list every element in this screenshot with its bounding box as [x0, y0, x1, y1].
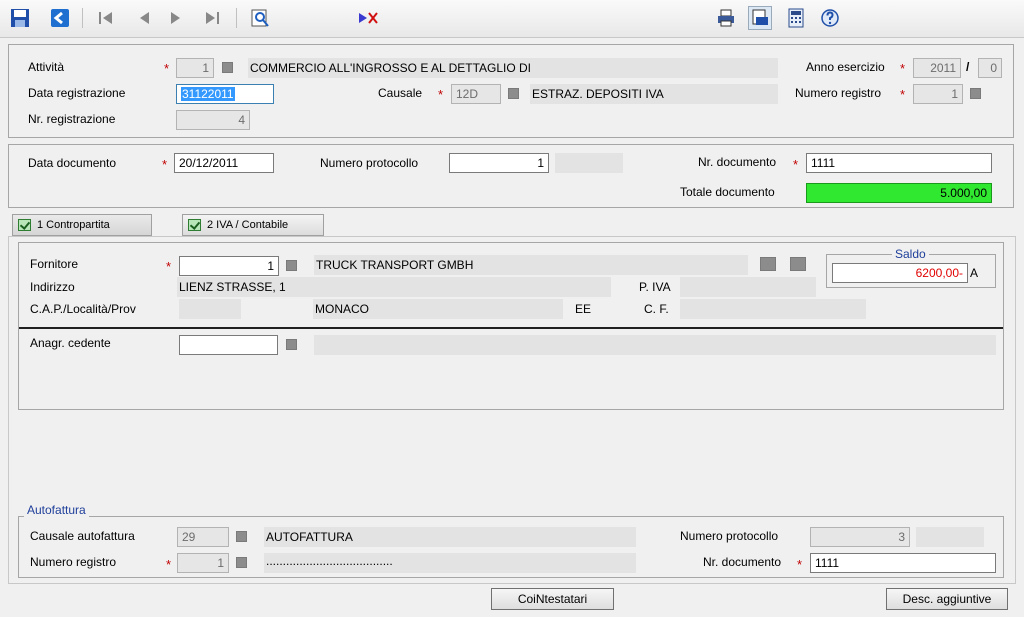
toolbar-separator — [82, 8, 83, 28]
required-marker: * — [162, 157, 168, 172]
fornitore-label: Fornitore — [30, 257, 79, 271]
cf-value — [680, 299, 866, 319]
section-divider — [19, 327, 1003, 329]
af-nr-documento-label: Nr. documento — [703, 555, 782, 569]
numero-protocollo-label: Numero protocollo — [320, 156, 419, 170]
anno-separator: / — [966, 60, 970, 74]
af-numero-protocollo-extra — [916, 527, 984, 547]
fornitore-edit-button[interactable] — [790, 257, 806, 271]
print-preview-icon[interactable] — [748, 6, 772, 30]
calculator-icon[interactable] — [784, 6, 808, 30]
numero-registro-field[interactable]: 1 — [913, 84, 963, 104]
anagr-cedente-lookup-button[interactable] — [286, 339, 297, 350]
piva-label: P. IVA — [639, 280, 671, 294]
required-marker: * — [793, 157, 799, 172]
tab-iva-contabile[interactable]: 2 IVA / Contabile — [182, 214, 324, 236]
required-marker: * — [797, 557, 803, 572]
nr-registrazione-field[interactable]: 4 — [176, 110, 250, 130]
af-numero-registro-description: ...................................... — [264, 553, 636, 573]
first-record-icon[interactable] — [94, 6, 118, 30]
required-marker: * — [164, 61, 170, 76]
required-marker: * — [166, 259, 172, 274]
citta-value: MONACO — [313, 299, 563, 319]
search-icon[interactable] — [248, 6, 272, 30]
previous-record-icon[interactable] — [132, 6, 156, 30]
desc-aggiuntive-button[interactable]: Desc. aggiuntive — [886, 588, 1008, 610]
help-icon[interactable] — [818, 6, 842, 30]
numero-protocollo-field[interactable]: 1 — [449, 153, 549, 173]
saldo-suffix: A — [970, 266, 979, 280]
tab-label: 1 Contropartita — [37, 219, 110, 231]
totale-documento-label: Totale documento — [680, 185, 775, 199]
data-documento-field[interactable]: 20/12/2011 — [174, 153, 274, 173]
checkbox-icon — [188, 219, 201, 231]
required-marker: * — [900, 87, 906, 102]
fornitore-name: TRUCK TRANSPORT GMBH — [314, 255, 748, 275]
required-marker: * — [166, 557, 172, 572]
data-registrazione-label: Data registrazione — [28, 86, 126, 100]
anno-esercizio-label: Anno esercizio — [806, 60, 885, 74]
indirizzo-label: Indirizzo — [30, 280, 75, 294]
next-record-icon[interactable] — [164, 6, 188, 30]
tab-contropartita[interactable]: 1 Contropartita — [12, 214, 152, 236]
required-marker: * — [900, 61, 906, 76]
anno-esercizio-field[interactable]: 2011 — [913, 58, 961, 78]
causale-lookup-button[interactable] — [508, 88, 519, 99]
af-numero-registro-field[interactable]: 1 — [177, 553, 229, 573]
fornitore-detail-button[interactable] — [760, 257, 776, 271]
anagr-cedente-description — [314, 335, 996, 355]
causale-description: ESTRAZ. DEPOSITI IVA — [530, 84, 778, 104]
numero-protocollo-extra — [555, 153, 623, 173]
data-registrazione-value: 31122011 — [181, 87, 235, 101]
toolbar-separator — [236, 8, 237, 28]
checkbox-icon — [18, 219, 31, 231]
nr-registrazione-label: Nr. registrazione — [28, 112, 116, 126]
causale-field[interactable]: 12D — [451, 84, 501, 104]
totale-documento-field: 5.000,00 — [806, 183, 992, 203]
numero-registro-lookup-button[interactable] — [970, 88, 981, 99]
saldo-field: 6200,00- — [832, 263, 968, 283]
piva-value — [680, 277, 816, 297]
saldo-title: Saldo — [892, 247, 929, 261]
cap-value — [179, 299, 241, 319]
clear-filter-icon[interactable] — [356, 6, 380, 30]
af-nr-documento-field[interactable]: 1111 — [810, 553, 996, 573]
fornitore-lookup-button[interactable] — [286, 260, 297, 271]
save-icon[interactable] — [8, 6, 32, 30]
cf-label: C. F. — [644, 302, 669, 316]
attivita-field[interactable]: 1 — [176, 58, 214, 78]
causale-label: Causale — [378, 86, 423, 100]
causale-autofattura-field[interactable]: 29 — [177, 527, 229, 547]
autofattura-title: Autofattura — [24, 503, 89, 517]
fornitore-field[interactable]: 1 — [179, 256, 279, 276]
print-icon[interactable] — [714, 6, 738, 30]
anno-sub-field[interactable]: 0 — [978, 58, 1002, 78]
required-marker: * — [438, 87, 444, 102]
tab-label: 2 IVA / Contabile — [207, 219, 289, 231]
provincia-value: EE — [575, 302, 592, 316]
af-numero-registro-label: Numero registro — [30, 555, 117, 569]
cap-localita-label: C.A.P./Località/Prov — [30, 302, 136, 316]
back-icon[interactable] — [48, 6, 72, 30]
attivita-label: Attività — [28, 60, 65, 74]
af-numero-registro-lookup-button[interactable] — [236, 557, 247, 568]
anagr-cedente-field[interactable] — [179, 335, 278, 355]
af-numero-protocollo-field: 3 — [810, 527, 910, 547]
causale-autofattura-description: AUTOFATTURA — [264, 527, 636, 547]
af-numero-protocollo-label: Numero protocollo — [680, 529, 779, 543]
cointestatari-button[interactable]: CoiNtestatari — [491, 588, 614, 610]
causale-autofattura-lookup-button[interactable] — [236, 531, 247, 542]
indirizzo-value: LIENZ STRASSE, 1 — [177, 277, 611, 297]
nr-documento-label: Nr. documento — [698, 155, 777, 169]
attivita-lookup-button[interactable] — [222, 62, 233, 73]
nr-documento-field[interactable]: 1111 — [806, 153, 992, 173]
data-registrazione-field[interactable]: 31122011 — [176, 84, 274, 104]
anagr-cedente-label: Anagr. cedente — [30, 336, 111, 350]
data-documento-label: Data documento — [28, 156, 117, 170]
attivita-description: COMMERCIO ALL'INGROSSO E AL DETTAGLIO DI — [248, 58, 778, 78]
causale-autofattura-label: Causale autofattura — [30, 529, 135, 543]
toolbar — [0, 0, 1024, 38]
numero-registro-label: Numero registro — [795, 86, 882, 100]
last-record-icon[interactable] — [200, 6, 224, 30]
